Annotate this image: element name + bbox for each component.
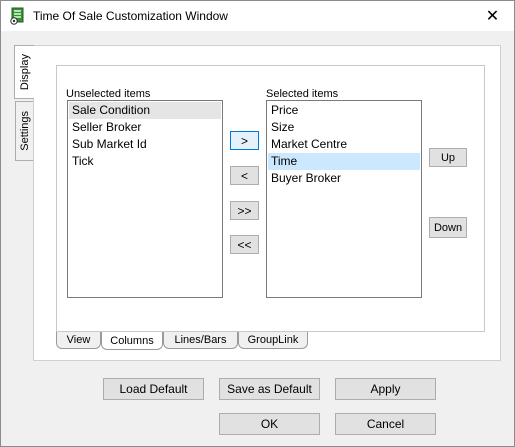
close-icon[interactable]: ✕ bbox=[471, 1, 514, 31]
display-panel: Unselected items Sale Condition Seller B… bbox=[33, 45, 501, 361]
title-bar[interactable]: Time Of Sale Customization Window ✕ bbox=[1, 1, 514, 31]
tab-lines-bars[interactable]: Lines/Bars bbox=[163, 332, 238, 349]
list-item[interactable]: Tick bbox=[69, 153, 221, 170]
ok-button[interactable]: OK bbox=[219, 413, 320, 435]
move-down-button[interactable]: Down bbox=[429, 217, 467, 238]
list-item[interactable]: Seller Broker bbox=[69, 119, 221, 136]
tab-settings-label: Settings bbox=[19, 111, 31, 151]
unselected-items-label: Unselected items bbox=[66, 88, 151, 100]
window-title: Time Of Sale Customization Window bbox=[33, 9, 228, 23]
list-item[interactable]: Sale Condition bbox=[69, 102, 221, 119]
unselected-items-list[interactable]: Sale Condition Seller Broker Sub Market … bbox=[67, 100, 223, 298]
tab-display-label: Display bbox=[18, 53, 31, 91]
cancel-button[interactable]: Cancel bbox=[335, 413, 436, 435]
save-as-default-button[interactable]: Save as Default bbox=[219, 378, 320, 400]
remove-all-button[interactable]: << bbox=[230, 235, 259, 254]
window-client-area: Display Settings Unselected items Sale C… bbox=[1, 31, 514, 446]
selected-items-label: Selected items bbox=[266, 88, 339, 100]
tab-settings[interactable]: Settings bbox=[15, 101, 34, 161]
add-item-button[interactable]: > bbox=[230, 131, 259, 150]
selected-items-list[interactable]: Price Size Market Centre Time Buyer Brok… bbox=[266, 100, 422, 298]
list-item[interactable]: Market Centre bbox=[268, 136, 420, 153]
move-up-button[interactable]: Up bbox=[429, 148, 467, 167]
list-item[interactable]: Sub Market Id bbox=[69, 136, 221, 153]
load-default-button[interactable]: Load Default bbox=[103, 378, 204, 400]
apply-button[interactable]: Apply bbox=[335, 378, 436, 400]
app-icon bbox=[10, 7, 24, 25]
list-item[interactable]: Price bbox=[268, 102, 420, 119]
add-all-button[interactable]: >> bbox=[230, 201, 259, 220]
remove-item-button[interactable]: < bbox=[230, 166, 259, 185]
customization-window: Time Of Sale Customization Window ✕ Disp… bbox=[0, 0, 515, 447]
list-item[interactable]: Time bbox=[268, 153, 420, 170]
tab-view[interactable]: View bbox=[56, 332, 101, 349]
list-item[interactable]: Buyer Broker bbox=[268, 170, 420, 187]
tab-columns[interactable]: Columns bbox=[101, 332, 163, 350]
columns-frame: Unselected items Sale Condition Seller B… bbox=[56, 65, 485, 332]
list-item[interactable]: Size bbox=[268, 119, 420, 136]
tab-grouplink[interactable]: GroupLink bbox=[238, 332, 308, 349]
tab-display[interactable]: Display bbox=[14, 45, 34, 99]
